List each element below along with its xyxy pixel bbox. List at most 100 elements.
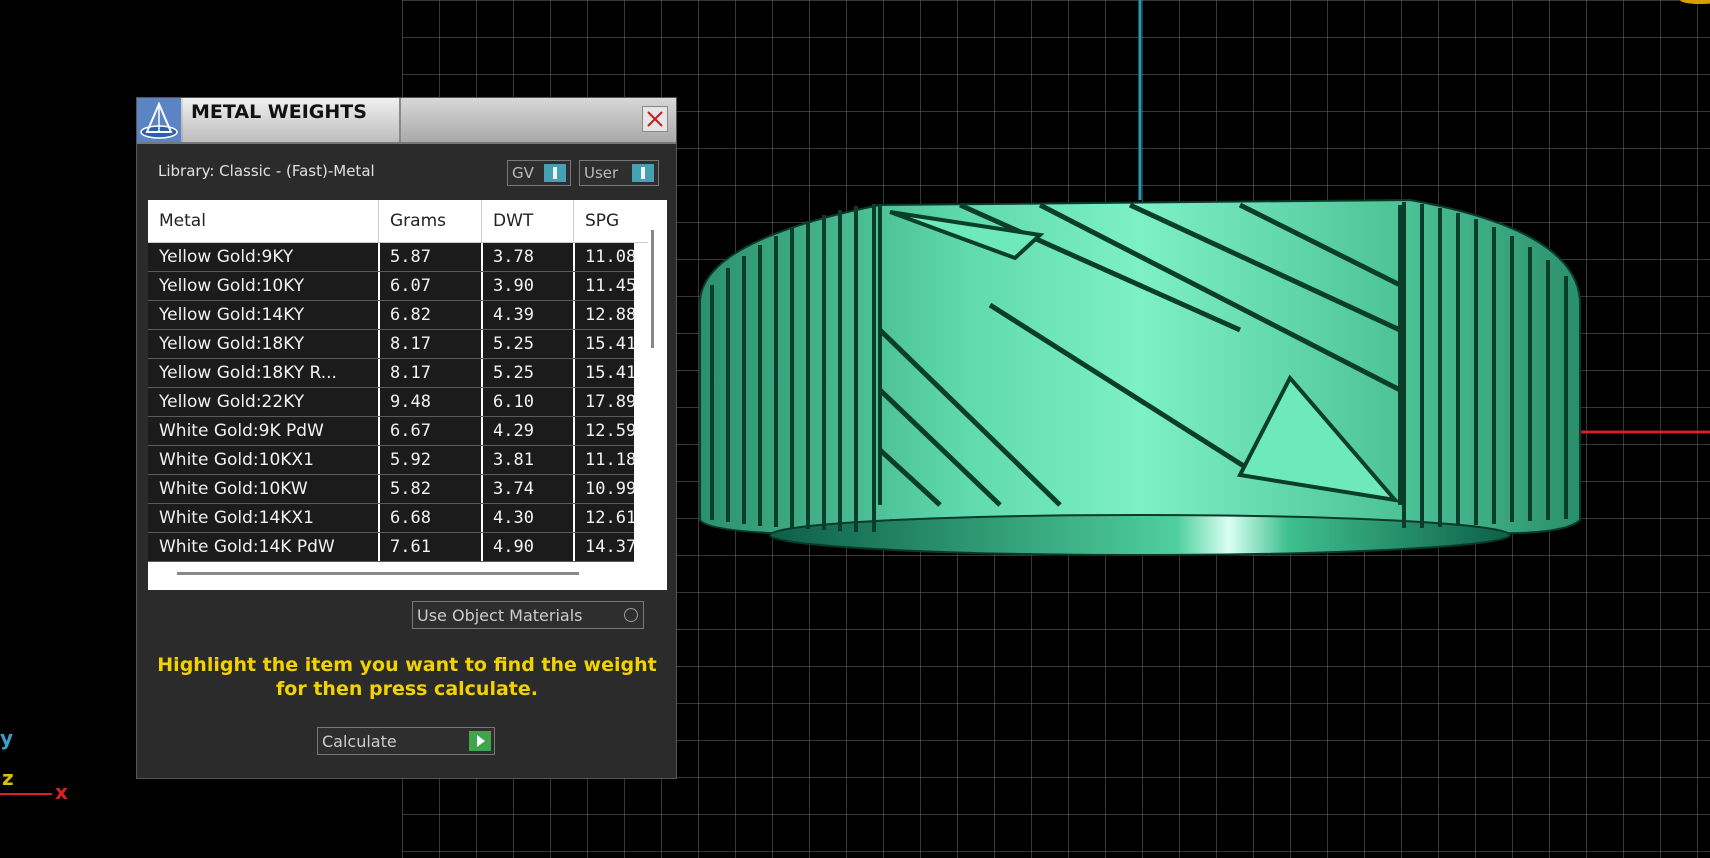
metal-table[interactable]: Metal Grams DWT SPG Yellow Gold:9KY 5.87 3… (148, 200, 667, 590)
col-header-dwt[interactable]: DWT (493, 211, 533, 231)
row-divider (378, 330, 380, 358)
close-button[interactable] (642, 106, 668, 132)
cell-grams: 8.17 (390, 363, 431, 383)
row-divider (481, 359, 483, 387)
cell-grams: 8.17 (390, 334, 431, 354)
row-divider (573, 243, 575, 271)
cell-dwt: 5.25 (493, 334, 534, 354)
cell-grams: 6.68 (390, 508, 431, 528)
cell-dwt: 6.10 (493, 392, 534, 412)
vertical-scrollbar[interactable] (651, 230, 654, 348)
cell-metal: Yellow Gold:18KY R... (159, 363, 337, 383)
library-label: Library: Classic - (Fast)-Metal (158, 162, 375, 180)
row-divider (378, 475, 380, 503)
cell-grams: 6.07 (390, 276, 431, 296)
instruction-line-1: Highlight the item you want to find the … (157, 654, 657, 676)
row-divider (481, 446, 483, 474)
cell-metal: Yellow Gold:9KY (159, 247, 294, 267)
row-divider (378, 301, 380, 329)
calculate-label: Calculate (322, 732, 397, 751)
cell-dwt: 3.78 (493, 247, 534, 267)
cell-spg: 15.41 (585, 334, 637, 354)
cell-metal: White Gold:14KX1 (159, 508, 314, 528)
row-divider (481, 243, 483, 271)
table-row[interactable]: Yellow Gold:14KY 6.82 4.39 12.88 (148, 301, 637, 330)
radio-circle-icon[interactable] (624, 608, 638, 622)
axis-label-y: y (0, 726, 14, 750)
cell-grams: 9.48 (390, 392, 431, 412)
row-divider (481, 388, 483, 416)
use-object-materials-toggle[interactable]: Use Object Materials (412, 601, 644, 629)
cell-dwt: 3.74 (493, 479, 534, 499)
calculate-button[interactable]: Calculate (317, 727, 495, 755)
cell-grams: 7.61 (390, 537, 431, 557)
horizontal-scrollbar[interactable] (177, 572, 579, 575)
row-divider (481, 301, 483, 329)
cell-spg: 11.08 (585, 247, 637, 267)
gv-toggle[interactable]: GV (507, 160, 571, 186)
gv-toggle-label: GV (512, 164, 534, 182)
user-toggle[interactable]: User (579, 160, 659, 186)
table-row[interactable]: Yellow Gold:18KY R... 8.17 5.25 15.41 (148, 359, 636, 388)
table-row[interactable]: Yellow Gold:9KY 5.87 3.78 11.08 (148, 243, 637, 272)
row-divider (573, 272, 575, 300)
col-divider[interactable] (573, 200, 574, 242)
cell-spg: 12.88 (585, 305, 637, 325)
cell-metal: Yellow Gold:14KY (159, 305, 305, 325)
row-divider (481, 417, 483, 445)
table-row[interactable]: Yellow Gold:10KY 6.07 3.90 11.45 (148, 272, 636, 301)
cell-spg: 11.18 (585, 450, 637, 470)
col-divider[interactable] (378, 200, 379, 242)
table-row[interactable]: Yellow Gold:18KY 8.17 5.25 15.41 (148, 330, 637, 359)
table-row[interactable]: White Gold:14KX1 6.68 4.30 12.61 (148, 504, 636, 533)
row-divider (481, 272, 483, 300)
row-divider (573, 475, 575, 503)
cell-grams: 5.82 (390, 479, 431, 499)
row-divider (378, 359, 380, 387)
cell-metal: White Gold:14K PdW (159, 537, 335, 557)
table-row[interactable]: White Gold:9K PdW 6.67 4.29 12.59 (148, 417, 636, 446)
panel-titlebar[interactable]: METAL WEIGHTS (137, 98, 676, 144)
cell-dwt: 4.39 (493, 305, 534, 325)
row-divider (481, 504, 483, 532)
play-arrow-icon[interactable] (469, 731, 491, 751)
table-header: Metal Grams DWT SPG (148, 200, 648, 243)
row-divider (378, 533, 380, 561)
row-divider (378, 243, 380, 271)
col-divider[interactable] (481, 200, 482, 242)
cell-spg: 17.89 (585, 392, 637, 412)
ring-model[interactable] (699, 198, 1581, 556)
row-divider (378, 446, 380, 474)
axis-label-z: z (2, 766, 14, 790)
row-divider (573, 417, 575, 445)
row-divider (573, 388, 575, 416)
cell-grams: 6.82 (390, 305, 431, 325)
row-divider (378, 388, 380, 416)
cell-metal: White Gold:9K PdW (159, 421, 324, 441)
row-divider (573, 533, 575, 561)
cell-dwt: 3.81 (493, 450, 534, 470)
row-divider (481, 330, 483, 358)
axis-indicator-line (0, 793, 52, 795)
cell-metal: Yellow Gold:10KY (159, 276, 305, 296)
table-row[interactable]: Yellow Gold:22KY 9.48 6.10 17.89 (148, 388, 637, 417)
cell-metal: White Gold:10KX1 (159, 450, 314, 470)
table-row[interactable]: White Gold:14K PdW 7.61 4.90 14.37 (148, 533, 636, 562)
cell-dwt: 4.30 (493, 508, 534, 528)
axis-label-x: x (55, 780, 68, 804)
col-header-grams[interactable]: Grams (390, 211, 446, 231)
row-divider (573, 446, 575, 474)
cell-metal: White Gold:10KW (159, 479, 308, 499)
instruction-text: Highlight the item you want to find the … (157, 653, 657, 701)
metal-weights-panel: METAL WEIGHTS Library: Classic - (Fast)-… (136, 97, 677, 779)
cell-metal: Yellow Gold:22KY (159, 392, 305, 412)
user-toggle-label: User (584, 164, 619, 182)
col-header-metal[interactable]: Metal (159, 211, 206, 231)
table-row[interactable]: White Gold:10KX1 5.92 3.81 11.18 (148, 446, 637, 475)
cell-grams: 5.92 (390, 450, 431, 470)
table-row[interactable]: White Gold:10KW 5.82 3.74 10.99 (148, 475, 637, 504)
cell-spg: 10.99 (585, 479, 637, 499)
col-header-spg[interactable]: SPG (585, 211, 619, 231)
cell-grams: 5.87 (390, 247, 431, 267)
instruction-line-2: for then press calculate. (276, 678, 538, 700)
